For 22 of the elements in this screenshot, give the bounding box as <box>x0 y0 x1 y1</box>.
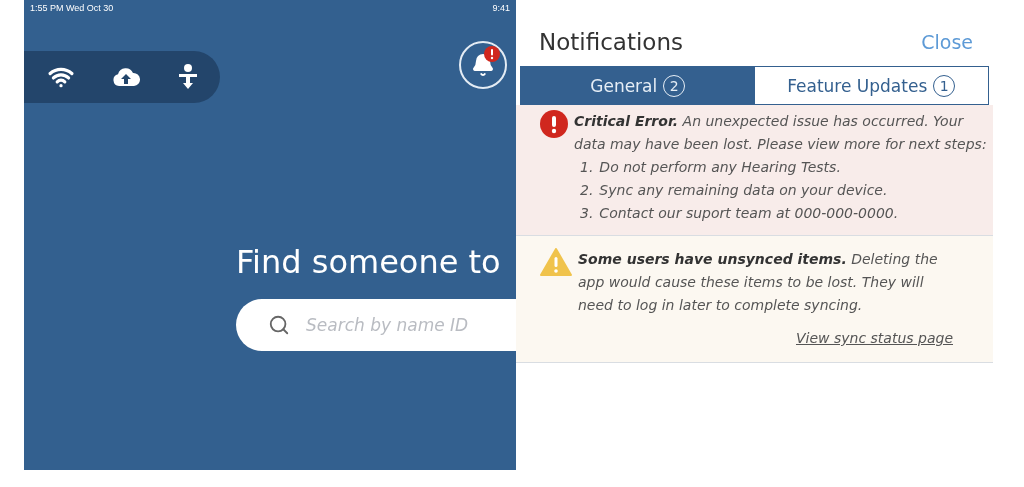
bell-icon <box>471 53 495 77</box>
cloud-upload-icon[interactable] <box>112 66 140 88</box>
step-text: Sync any remaining data on your device. <box>599 181 888 200</box>
sync-status-link[interactable]: View sync status page <box>796 327 953 350</box>
search-field[interactable]: Search by name ID <box>236 299 516 351</box>
tab[interactable]: General 2 <box>521 67 755 104</box>
step-text: Do not perform any Hearing Tests. <box>599 158 841 177</box>
step-number: 3. <box>580 204 594 223</box>
status-time-date: 1:55 PM Wed Oct 30 <box>30 3 114 15</box>
search-icon <box>268 314 290 336</box>
alert-text: Critical Error. An unexpected issue has occurred. Your data may have been lost. Please view more for next steps: <box>574 112 987 154</box>
person-download-icon[interactable] <box>178 63 198 91</box>
error-icon <box>540 110 568 138</box>
status-clock: 9:41 <box>492 3 510 15</box>
notifications-button[interactable] <box>459 41 507 89</box>
notifications-title: Notifications <box>539 29 683 55</box>
warning-icon <box>540 248 572 276</box>
step-number: 1. <box>580 158 594 177</box>
step-number: 2. <box>580 181 594 200</box>
alert-text: Some users have unsynced items. Deleting the app would cause these items to be lost. They will need to log in later to complete syncing. <box>578 250 939 315</box>
find-heading: Find someone to <box>236 243 502 281</box>
step-text: Contact our suport team at 000-000-0000. <box>599 204 899 223</box>
